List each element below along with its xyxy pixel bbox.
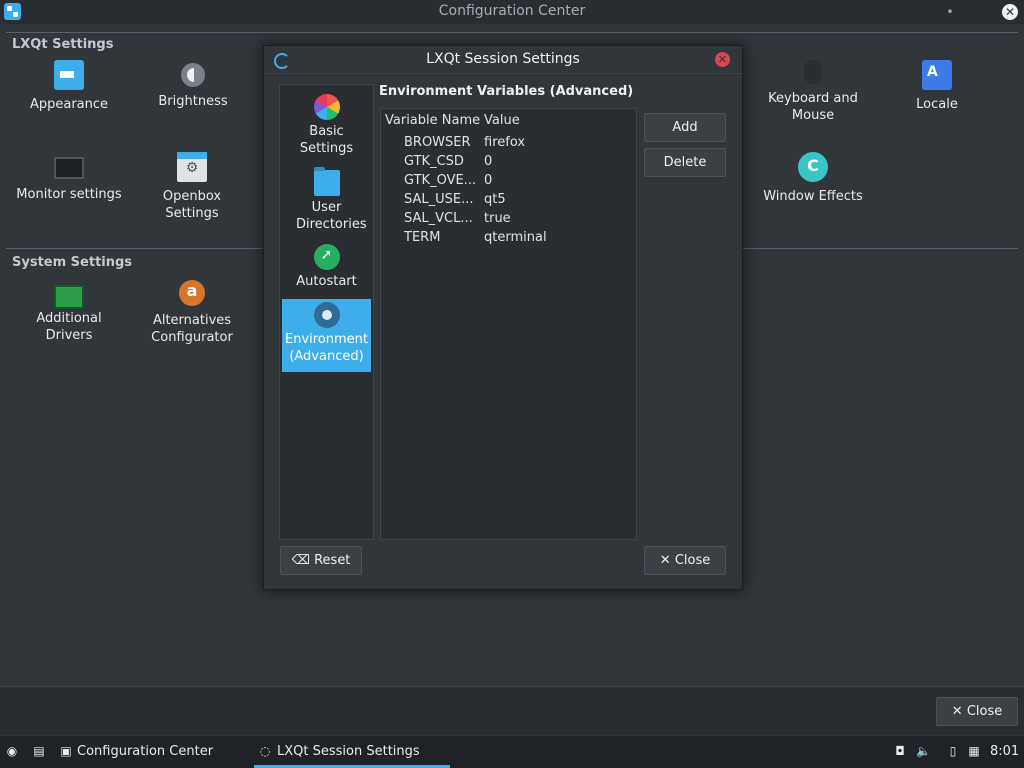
tile-alternatives-configurator[interactable]: Alternatives Configurator [127, 280, 257, 346]
session-settings-task-icon: ◌ [259, 744, 271, 758]
clipboard-icon[interactable]: ▯ [946, 744, 960, 758]
tile-monitor-settings[interactable]: Monitor settings [4, 152, 134, 203]
session-settings-dialog: LXQt Session Settings ✕ Basic Settings U… [263, 45, 743, 590]
brightness-icon [181, 63, 205, 87]
keyboard-mouse-icon [804, 60, 822, 84]
clock[interactable]: 8:01 [990, 744, 1019, 759]
main-close-button[interactable]: ✕ Close [936, 697, 1018, 726]
window-titlebar: Configuration Center • ✕ [0, 0, 1024, 24]
tile-label: Openbox Settings [162, 189, 222, 221]
sidebar-item-user-directories[interactable]: User Directories [282, 167, 371, 240]
tile-label: Keyboard and Mouse [768, 91, 858, 123]
dialog-close-button[interactable]: ✕ Close [644, 546, 726, 575]
window-title: Configuration Center [438, 3, 586, 19]
row-name[interactable]: TERM [404, 230, 440, 245]
close-icon: ✕ [659, 553, 671, 568]
tile-label: Brightness [158, 94, 228, 109]
row-value[interactable]: true [484, 211, 511, 226]
openbox-icon [177, 152, 207, 182]
row-name[interactable]: GTK_CSD [404, 154, 464, 169]
column-header-value[interactable]: Value [484, 113, 520, 128]
tile-label: Additional Drivers [36, 311, 102, 343]
sidebar-item-autostart[interactable]: Autostart [282, 241, 371, 300]
task-lxqt-session-settings[interactable]: LXQt Session Settings [277, 744, 420, 759]
main-button-bar [0, 686, 1024, 735]
monitor-icon [54, 157, 84, 179]
file-manager-icon[interactable]: ▤ [32, 744, 46, 758]
folder-icon [313, 167, 340, 196]
row-name[interactable]: BROWSER [404, 135, 471, 150]
basic-settings-icon [313, 94, 340, 120]
reset-button[interactable]: ⌫ Reset [280, 546, 362, 575]
dialog-titlebar: LXQt Session Settings ✕ [264, 46, 742, 74]
sidebar-item-label: User Directories [296, 200, 367, 232]
sidebar-item-label: Autostart [296, 274, 357, 289]
close-icon: ✕ [951, 704, 963, 719]
reset-label: Reset [314, 553, 351, 568]
tile-label: Window Effects [763, 189, 863, 204]
alternatives-icon [179, 280, 205, 306]
dialog-title: LXQt Session Settings [426, 51, 580, 67]
sidebar-item-environment[interactable]: Environment (Advanced) [282, 299, 371, 372]
locale-icon [922, 60, 952, 90]
sidebar-item-basic-settings[interactable]: Basic Settings [282, 91, 371, 166]
tile-label: Locale [916, 97, 958, 112]
environment-heading: Environment Variables (Advanced) [379, 84, 634, 99]
tile-appearance[interactable]: Appearance [4, 60, 134, 113]
close-label: Close [966, 704, 1003, 719]
row-name[interactable]: GTK_OVE... [404, 173, 476, 188]
network-icon[interactable]: ▦ [967, 744, 981, 758]
tile-locale[interactable]: Locale [872, 60, 1002, 113]
gear-icon [313, 302, 340, 328]
add-button[interactable]: Add [644, 113, 726, 142]
system-settings-title: System Settings [12, 255, 133, 270]
dialog-close-icon[interactable]: ✕ [715, 52, 730, 67]
tray-device-icon[interactable]: ◘ [893, 744, 907, 758]
tile-label: Alternatives Configurator [151, 313, 233, 345]
environment-table[interactable]: Variable Name Value BROWSER firefox GTK_… [380, 108, 637, 540]
row-value[interactable]: 0 [484, 173, 492, 188]
sidebar-item-label: Basic Settings [299, 124, 354, 156]
tile-window-effects[interactable]: Window Effects [748, 152, 878, 205]
row-value[interactable]: qterminal [484, 230, 547, 245]
close-label: Close [674, 553, 711, 568]
delete-button[interactable]: Delete [644, 148, 726, 177]
minimize-button[interactable]: • [942, 4, 958, 20]
tile-brightness[interactable]: Brightness [128, 60, 258, 110]
backspace-icon: ⌫ [291, 553, 310, 568]
rocket-icon [313, 244, 340, 270]
section-separator [6, 32, 1018, 33]
row-name[interactable]: SAL_USE... [404, 192, 474, 207]
row-value[interactable]: 0 [484, 154, 492, 169]
tile-openbox-settings[interactable]: Openbox Settings [127, 152, 257, 222]
configuration-center-task-icon: ▣ [60, 744, 72, 758]
drivers-icon [54, 285, 84, 309]
row-value[interactable]: qt5 [484, 192, 506, 207]
window-close-button[interactable]: ✕ [1002, 4, 1018, 20]
lxqt-settings-title: LXQt Settings [12, 37, 114, 52]
tile-label: Monitor settings [16, 187, 122, 202]
row-name[interactable]: SAL_VCL... [404, 211, 473, 226]
tile-label: Appearance [29, 97, 109, 112]
main-menu-icon[interactable]: ◉ [5, 744, 19, 758]
task-configuration-center[interactable]: Configuration Center [77, 744, 213, 759]
sidebar-item-label: Environment (Advanced) [284, 332, 368, 364]
volume-icon[interactable]: 🔈 [916, 744, 931, 758]
tile-keyboard-mouse[interactable]: Keyboard and Mouse [748, 60, 878, 124]
window-effects-icon [798, 152, 828, 182]
settings-sidebar: Basic Settings User Directories Autostar… [279, 84, 374, 540]
taskbar: ◉ ▤ ▣ Configuration Center ◌ LXQt Sessio… [0, 736, 1024, 768]
column-header-name[interactable]: Variable Name [385, 113, 480, 128]
appearance-icon [54, 60, 84, 90]
row-value[interactable]: firefox [484, 135, 525, 150]
tile-additional-drivers[interactable]: Additional Drivers [4, 280, 134, 344]
